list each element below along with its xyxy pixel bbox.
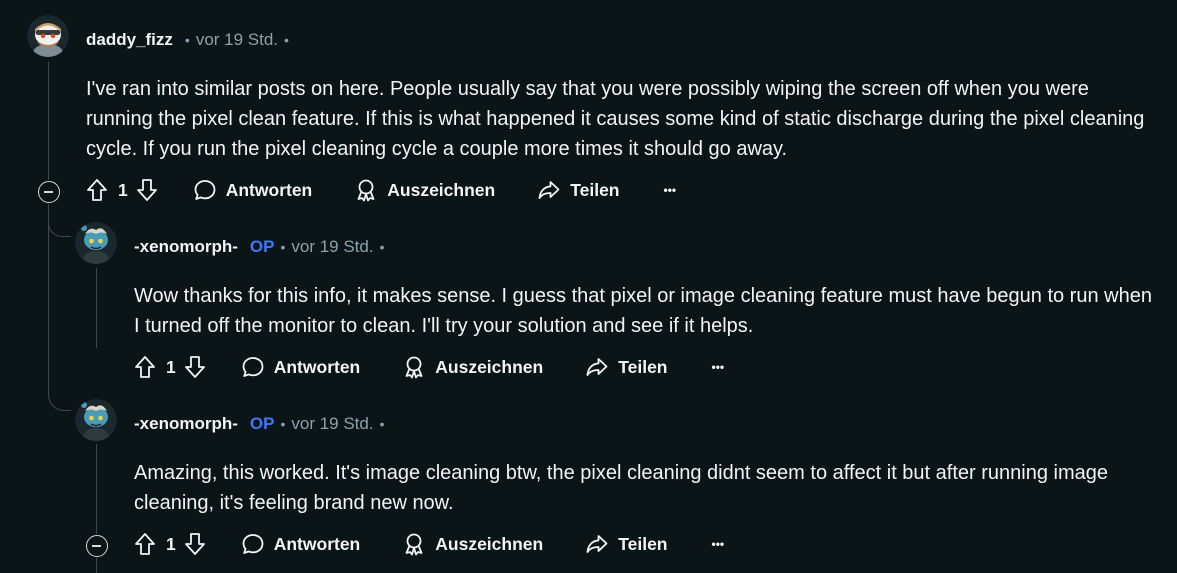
award-label: Auszeichnen bbox=[435, 533, 544, 554]
avatar[interactable] bbox=[75, 399, 117, 441]
vote-score: 1 bbox=[166, 356, 176, 377]
downvote-icon bbox=[184, 356, 205, 378]
more-icon: ••• bbox=[711, 537, 725, 551]
comment-bubble-icon bbox=[242, 357, 264, 377]
snoo-avatar-icon bbox=[75, 222, 117, 264]
more-options-button[interactable]: ••• bbox=[712, 360, 725, 374]
downvote-icon bbox=[136, 179, 157, 201]
upvote-icon bbox=[135, 533, 155, 555]
comment-actions: 1 Antworten Auszeichnen Teilen ••• bbox=[134, 532, 724, 556]
reply-button[interactable]: Antworten bbox=[241, 355, 361, 379]
comment-author[interactable]: -xenomorph- bbox=[134, 414, 238, 434]
separator-dot: • bbox=[184, 32, 190, 48]
more-icon: ••• bbox=[711, 360, 725, 374]
separator-dot: • bbox=[280, 416, 286, 432]
collapse-icon[interactable] bbox=[86, 535, 108, 557]
award-label: Auszeichnen bbox=[387, 179, 496, 200]
thread-connector bbox=[48, 214, 71, 237]
reply-button[interactable]: Antworten bbox=[241, 532, 361, 556]
comment-author[interactable]: -xenomorph- bbox=[134, 237, 238, 257]
share-label: Teilen bbox=[570, 179, 620, 200]
more-options-button[interactable]: ••• bbox=[712, 537, 725, 551]
separator-dot: • bbox=[280, 239, 286, 255]
more-icon: ••• bbox=[663, 183, 677, 197]
avatar[interactable] bbox=[75, 222, 117, 264]
comment-actions: 1 Antworten Auszeichnen Teilen ••• bbox=[134, 355, 724, 379]
reply-label: Antworten bbox=[225, 179, 313, 200]
comment-bubble-icon bbox=[194, 180, 216, 200]
thread-line[interactable] bbox=[96, 558, 97, 573]
upvote-icon bbox=[135, 356, 155, 378]
separator-dot: • bbox=[379, 416, 385, 432]
collapse-icon[interactable] bbox=[38, 181, 60, 203]
award-button[interactable]: Auszeichnen bbox=[402, 355, 543, 379]
share-button[interactable]: Teilen bbox=[537, 178, 620, 202]
award-button[interactable]: Auszeichnen bbox=[402, 532, 543, 556]
comment-timestamp[interactable]: vor 19 Std. bbox=[291, 237, 373, 257]
reply-label: Antworten bbox=[273, 533, 361, 554]
downvote-icon bbox=[184, 533, 205, 555]
comment-body: I've ran into similar posts on here. Peo… bbox=[86, 78, 1145, 160]
comment-author[interactable]: daddy_fizz bbox=[86, 30, 173, 50]
share-icon bbox=[538, 181, 560, 199]
separator-dot: • bbox=[284, 32, 289, 48]
share-label: Teilen bbox=[618, 533, 668, 554]
comment-body: Amazing, this worked. It's image cleanin… bbox=[134, 462, 1108, 514]
downvote-button[interactable] bbox=[136, 178, 158, 202]
share-icon bbox=[586, 358, 608, 376]
share-button[interactable]: Teilen bbox=[585, 355, 668, 379]
thread-line[interactable] bbox=[96, 444, 97, 534]
thread-line[interactable] bbox=[96, 268, 97, 348]
share-icon bbox=[586, 535, 608, 553]
upvote-icon bbox=[87, 179, 107, 201]
comment-bubble-icon bbox=[242, 534, 264, 554]
upvote-button[interactable] bbox=[86, 178, 108, 202]
award-button[interactable]: Auszeichnen bbox=[354, 178, 495, 202]
comment-actions: 1 Antworten Auszeichnen Teilen ••• bbox=[86, 178, 676, 202]
reply-button[interactable]: Antworten bbox=[193, 178, 313, 202]
avatar[interactable] bbox=[27, 15, 69, 57]
vote-score: 1 bbox=[118, 179, 128, 200]
downvote-button[interactable] bbox=[184, 532, 206, 556]
comment-body: Wow thanks for this info, it makes sense… bbox=[134, 285, 1152, 337]
thread-connector bbox=[48, 384, 71, 411]
thread-line[interactable] bbox=[48, 204, 49, 384]
comment-timestamp[interactable]: vor 19 Std. bbox=[196, 30, 278, 50]
op-badge: OP bbox=[249, 237, 275, 256]
award-label: Auszeichnen bbox=[435, 356, 544, 377]
vote-score: 1 bbox=[166, 533, 176, 554]
downvote-button[interactable] bbox=[184, 355, 206, 379]
award-icon bbox=[405, 533, 423, 556]
award-icon bbox=[357, 179, 375, 202]
share-button[interactable]: Teilen bbox=[585, 532, 668, 556]
more-options-button[interactable]: ••• bbox=[664, 183, 677, 197]
award-icon bbox=[405, 356, 423, 379]
snoo-avatar-icon bbox=[75, 399, 117, 441]
upvote-button[interactable] bbox=[134, 355, 156, 379]
snoo-avatar-icon bbox=[27, 15, 69, 57]
comment-timestamp[interactable]: vor 19 Std. bbox=[291, 414, 373, 434]
share-label: Teilen bbox=[618, 356, 668, 377]
separator-dot: • bbox=[379, 239, 385, 255]
reply-label: Antworten bbox=[273, 356, 361, 377]
thread-line[interactable] bbox=[48, 62, 49, 180]
op-badge: OP bbox=[249, 414, 275, 433]
upvote-button[interactable] bbox=[134, 532, 156, 556]
